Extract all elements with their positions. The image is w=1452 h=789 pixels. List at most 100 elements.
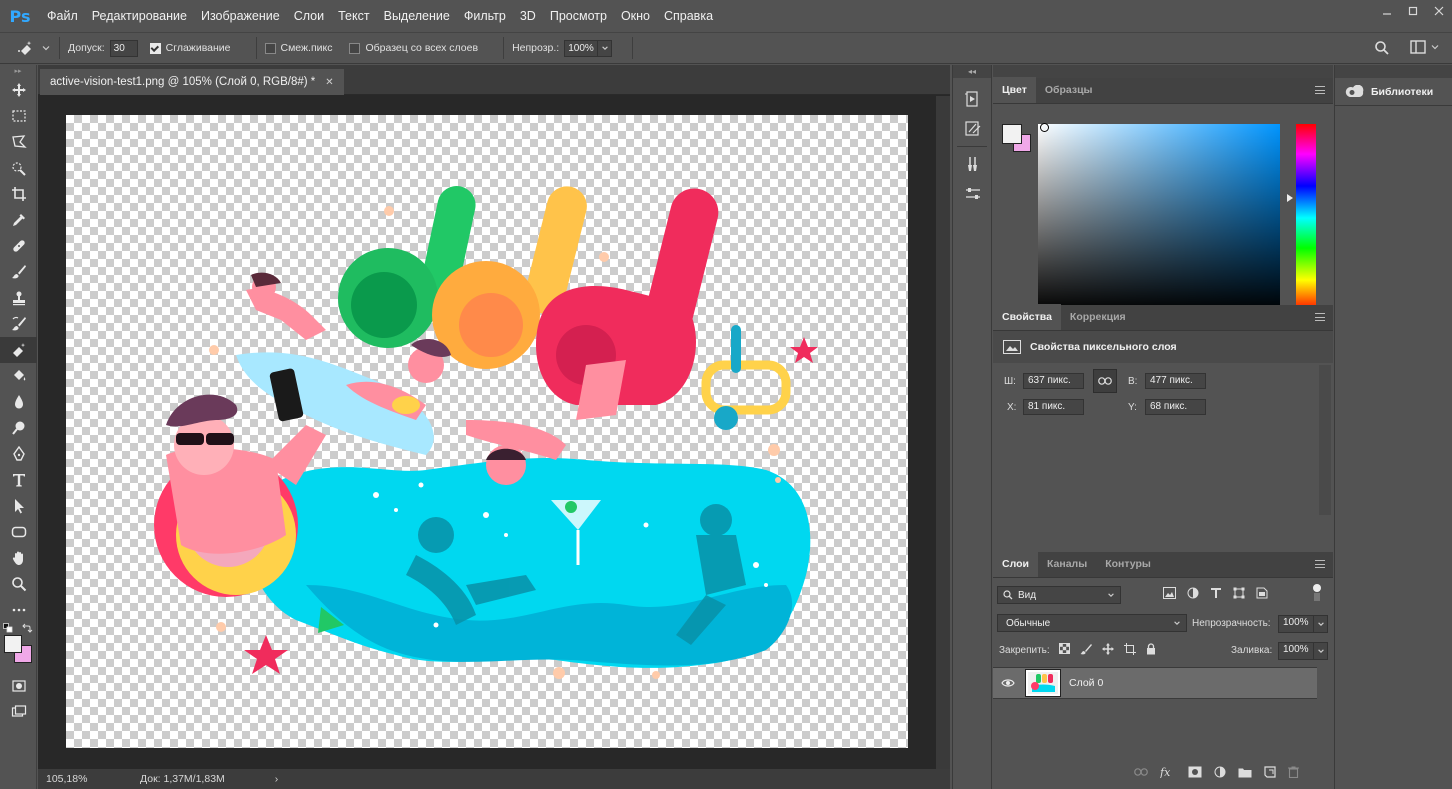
hue-slider[interactable] [1296, 124, 1316, 312]
blur-tool[interactable] [0, 389, 37, 415]
color-picker-cursor[interactable] [1040, 123, 1049, 132]
menu-layer[interactable]: Слои [287, 0, 331, 32]
eye-icon[interactable] [1001, 678, 1015, 688]
adjustments-panel-button[interactable] [953, 179, 993, 209]
close-window-button[interactable] [1426, 0, 1452, 22]
type-tool[interactable] [0, 467, 37, 493]
lock-image-pixels-icon[interactable] [1080, 643, 1092, 655]
properties-panel-menu-icon[interactable] [1315, 313, 1325, 321]
quick-selection-tool[interactable] [0, 155, 37, 181]
clone-stamp-tool[interactable] [0, 285, 37, 311]
workspace-switcher[interactable] [1410, 40, 1440, 54]
contiguous-checkbox[interactable] [264, 42, 276, 54]
tab-layers[interactable]: Слои [993, 551, 1038, 577]
filter-pixel-icon[interactable] [1163, 587, 1176, 599]
pen-tool[interactable] [0, 441, 37, 467]
edit-toolbar-button[interactable] [0, 597, 37, 623]
color-fg-swatch[interactable] [1002, 124, 1022, 144]
menu-view[interactable]: Просмотр [543, 0, 614, 32]
color-picker-field[interactable] [1038, 123, 1280, 312]
new-layer-icon[interactable] [1264, 766, 1276, 778]
color-panel-menu-icon[interactable] [1315, 86, 1325, 94]
filter-shape-icon[interactable] [1233, 587, 1245, 599]
filter-type-icon[interactable] [1210, 587, 1222, 599]
lasso-tool[interactable] [0, 129, 37, 155]
tab-properties[interactable]: Свойства [993, 304, 1061, 330]
antialias-checkbox[interactable] [149, 42, 161, 54]
add-mask-icon[interactable] [1188, 766, 1202, 778]
link-layers-icon[interactable] [1134, 768, 1148, 776]
fill-input[interactable]: 100% [1278, 642, 1314, 660]
opacity-input[interactable]: 100% [564, 39, 599, 57]
crop-tool[interactable] [0, 181, 37, 207]
restore-button[interactable] [1400, 0, 1426, 22]
collapse-strip-button[interactable]: ◂◂ [953, 65, 991, 78]
close-tab-icon[interactable]: ✕ [325, 77, 333, 88]
screen-mode-button[interactable] [0, 699, 37, 725]
layer-filter-dropdown[interactable]: Вид [997, 586, 1121, 604]
menu-3d[interactable]: 3D [513, 0, 543, 32]
layer-opacity-input[interactable]: 100% [1278, 615, 1314, 633]
height-field[interactable]: 477 пикс. [1145, 373, 1206, 389]
fill-dropdown[interactable] [1314, 642, 1328, 660]
brush-tool[interactable] [0, 259, 37, 285]
menu-file[interactable]: Файл [40, 0, 85, 32]
menu-window[interactable]: Окно [614, 0, 657, 32]
tab-paths[interactable]: Контуры [1096, 551, 1160, 577]
shape-tool[interactable] [0, 519, 37, 545]
swap-colors-icon[interactable] [22, 623, 33, 633]
lock-artboard-icon[interactable] [1124, 643, 1136, 655]
filter-adjustment-icon[interactable] [1187, 587, 1199, 599]
tab-swatches[interactable]: Образцы [1036, 77, 1102, 103]
zoom-tool[interactable] [0, 571, 37, 597]
document-tab[interactable]: active-vision-test1.png @ 105% (Слой 0, … [40, 69, 344, 95]
menu-edit[interactable]: Редактирование [85, 0, 194, 32]
lock-position-icon[interactable] [1102, 643, 1114, 655]
menu-help[interactable]: Справка [657, 0, 720, 32]
libraries-collapse-bar[interactable] [1335, 65, 1452, 78]
menu-filter[interactable]: Фильтр [457, 0, 513, 32]
tab-adjustments[interactable]: Коррекция [1061, 304, 1135, 330]
menu-select[interactable]: Выделение [377, 0, 457, 32]
actions-panel-button[interactable] [953, 114, 993, 144]
lock-transparent-pixels-icon[interactable] [1059, 643, 1070, 654]
collapse-toolbar-button[interactable]: ▸▸ [0, 65, 36, 77]
new-group-icon[interactable] [1238, 767, 1252, 778]
sample-all-layers-checkbox[interactable] [349, 42, 361, 54]
quick-mask-button[interactable] [0, 673, 37, 699]
x-field[interactable]: 81 пикс. [1023, 399, 1084, 415]
marquee-tool[interactable] [0, 103, 37, 129]
width-field[interactable]: 637 пикс. [1023, 373, 1084, 389]
search-button[interactable] [1374, 40, 1390, 59]
link-dimensions-button[interactable] [1093, 369, 1117, 393]
layer-row[interactable]: Слой 0 [993, 667, 1317, 699]
properties-scrollbar[interactable] [1319, 365, 1331, 515]
blend-mode-dropdown[interactable]: Обычные [997, 614, 1187, 632]
paint-bucket-tool[interactable] [0, 363, 37, 389]
history-panel-button[interactable] [953, 84, 993, 114]
brush-panel-button[interactable] [953, 149, 993, 179]
history-brush-tool[interactable] [0, 311, 37, 337]
move-tool[interactable] [0, 77, 37, 103]
layers-scrollbar[interactable] [1317, 667, 1333, 767]
layers-panel-menu-icon[interactable] [1315, 560, 1325, 568]
lock-all-icon[interactable] [1146, 643, 1156, 655]
eyedropper-tool[interactable] [0, 207, 37, 233]
path-selection-tool[interactable] [0, 493, 37, 519]
libraries-tab[interactable]: Библиотеки [1335, 78, 1452, 106]
tab-channels[interactable]: Каналы [1038, 551, 1096, 577]
vertical-scrollbar[interactable] [936, 96, 950, 769]
filter-smart-object-icon[interactable] [1256, 587, 1268, 599]
fx-icon[interactable]: fx [1160, 766, 1176, 778]
tool-preset-picker[interactable] [16, 39, 51, 57]
magic-eraser-tool[interactable] [0, 337, 37, 363]
menu-type[interactable]: Текст [331, 0, 376, 32]
status-menu-arrow-icon[interactable]: › [275, 773, 279, 785]
image-canvas[interactable] [66, 115, 908, 748]
healing-brush-tool[interactable] [0, 233, 37, 259]
delete-layer-icon[interactable] [1288, 766, 1299, 778]
zoom-level[interactable]: 105,18% [46, 773, 126, 785]
default-colors-icon[interactable] [3, 623, 13, 633]
tab-color[interactable]: Цвет [993, 77, 1036, 103]
minimize-button[interactable] [1374, 0, 1400, 22]
